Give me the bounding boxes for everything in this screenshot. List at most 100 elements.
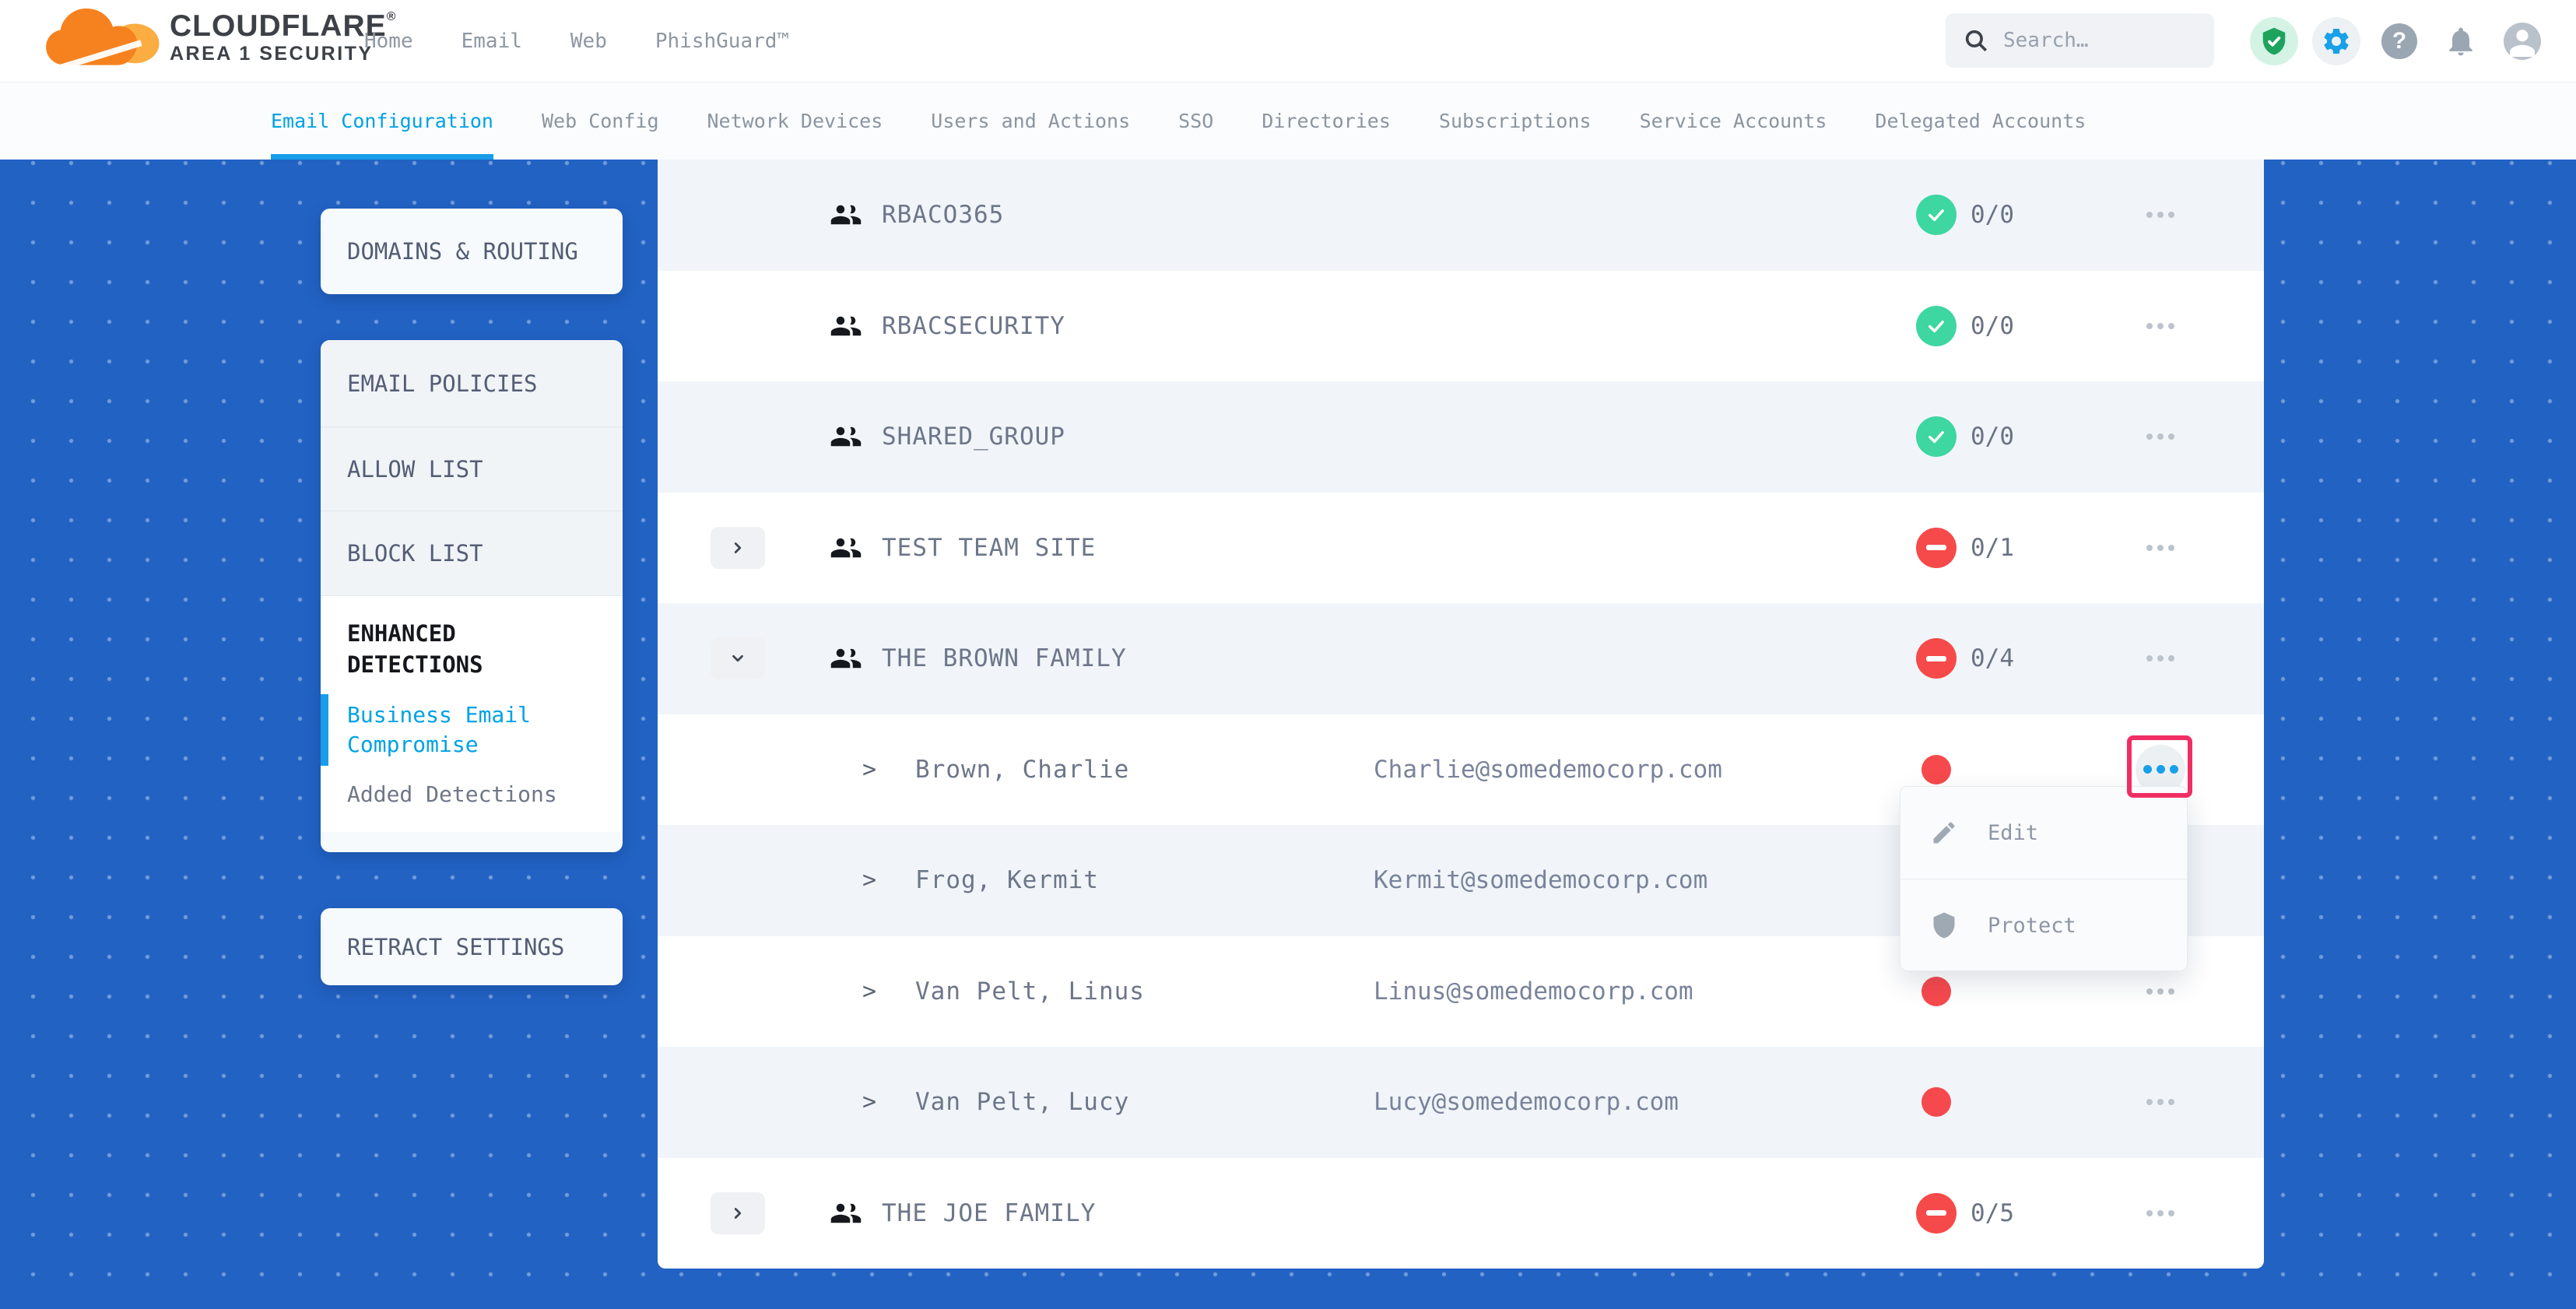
sidebar-label: BLOCK LIST (321, 540, 483, 567)
retract-settings-label: RETRACT SETTINGS (321, 908, 623, 985)
member-name: Brown, Charlie (915, 756, 1129, 784)
tab-service-accounts[interactable]: Service Accounts (1640, 82, 1827, 160)
group-icon (830, 198, 862, 231)
group-name: RBACSECURITY (882, 312, 1065, 340)
status-ok-badge (1916, 306, 1957, 346)
tab-email-configuration[interactable]: Email Configuration (271, 82, 493, 160)
chevron-right-icon (729, 1205, 746, 1222)
menu-item-label: Edit (1988, 821, 2038, 845)
status-alert-dot (1921, 977, 1951, 1006)
group-icon (830, 1197, 862, 1230)
member-chevron-icon: > (862, 977, 876, 1005)
protected-count: 0/5 (1971, 1199, 2014, 1227)
sidebar-item-block-list[interactable]: BLOCK LIST (321, 511, 623, 596)
sidebar-item-business-email-compromise[interactable]: Business Email Compromise (321, 700, 623, 760)
shield-check-icon (2259, 26, 2289, 56)
menu-item-label: Protect (1988, 914, 2076, 938)
tab-subscriptions[interactable]: Subscriptions (1439, 82, 1592, 160)
minus-icon (1926, 545, 1946, 550)
tab-network-devices[interactable]: Network Devices (707, 82, 883, 160)
expand-group-button[interactable] (711, 527, 765, 569)
member-name: Van Pelt, Linus (915, 977, 1145, 1005)
check-icon (1925, 204, 1947, 226)
enhanced-detections-title: ENHANCED DETECTIONS (321, 618, 623, 680)
notifications-button[interactable] (2444, 0, 2478, 82)
top-nav-item-web[interactable]: Web (570, 30, 607, 53)
top-nav-item-email[interactable]: Email (462, 30, 522, 53)
tab-sso[interactable]: SSO (1178, 82, 1213, 160)
brand-name: CLOUDFLARE (170, 9, 387, 43)
row-actions-button[interactable] (2132, 271, 2188, 382)
minus-icon (1926, 656, 1946, 662)
security-status-button[interactable] (2250, 0, 2298, 82)
account-button[interactable] (2504, 0, 2541, 82)
sidebar-item-label: Business Email Compromise (347, 702, 531, 757)
status-ok-badge (1916, 195, 1957, 235)
member-chevron-icon: > (862, 756, 876, 783)
tab-delegated-accounts[interactable]: Delegated Accounts (1875, 82, 2086, 160)
enhanced-detections-section: ENHANCED DETECTIONS Business Email Compr… (321, 596, 623, 832)
gear-icon (2321, 26, 2352, 57)
protected-count: 0/0 (1971, 201, 2014, 229)
menu-item-protect[interactable]: Protect (1900, 879, 2187, 971)
minus-icon (1926, 1210, 1946, 1216)
status-alert-dot (1921, 755, 1951, 784)
group-icon (830, 642, 862, 675)
menu-item-edit[interactable]: Edit (1900, 787, 2187, 879)
top-nav-item-phishguard-[interactable]: PhishGuard™ (655, 30, 789, 53)
collapse-group-button[interactable] (711, 637, 765, 679)
top-nav-item-home[interactable]: Home (364, 30, 413, 53)
row-actions-button[interactable] (2132, 381, 2188, 493)
row-actions-button[interactable] (2132, 1047, 2188, 1158)
expand-group-button[interactable] (711, 1192, 765, 1234)
help-button[interactable]: ? (2381, 0, 2417, 82)
search-input[interactable] (2002, 28, 2192, 53)
bell-icon (2444, 24, 2478, 58)
group-name: THE BROWN FAMILY (882, 644, 1127, 672)
sidebar-item-allow-list[interactable]: ALLOW LIST (321, 427, 623, 511)
sidebar-item-email-policies[interactable]: EMAIL POLICIES (321, 340, 623, 427)
tab-web-config[interactable]: Web Config (542, 82, 659, 160)
row-actions-button[interactable] (2132, 603, 2188, 714)
search-box[interactable] (1946, 13, 2214, 68)
sidebar-label: EMAIL POLICIES (321, 370, 537, 397)
brand-text: CLOUDFLARE® AREA 1 SECURITY (170, 11, 396, 65)
top-nav: Home Email Web PhishGuard™ (364, 0, 789, 82)
tab-directories[interactable]: Directories (1262, 82, 1391, 160)
cloudflare-logo[interactable]: CLOUDFLARE® AREA 1 SECURITY (45, 5, 396, 72)
group-icon (830, 310, 862, 342)
top-header: CLOUDFLARE® AREA 1 SECURITY Home Email Web… (0, 0, 2576, 82)
sidebar-item-retract-settings[interactable]: RETRACT SETTINGS (321, 908, 623, 985)
sidebar-item-domains-routing[interactable]: DOMAINS & ROUTING (321, 209, 623, 294)
tab-users-and-actions[interactable]: Users and Actions (931, 82, 1130, 160)
sidebar-item-label: Added Detections (347, 781, 557, 807)
check-icon (1925, 426, 1947, 447)
settings-button[interactable] (2312, 0, 2360, 82)
chevron-down-icon (729, 650, 746, 667)
sidebar-policies-card: EMAIL POLICIES ALLOW LIST BLOCK LIST ENHAN… (321, 340, 623, 852)
member-email: Lucy@somedemocorp.com (1374, 1088, 1679, 1116)
status-blocked-badge (1916, 1193, 1957, 1234)
row-actions-button[interactable] (2132, 493, 2188, 604)
group-name: THE JOE FAMILY (882, 1199, 1096, 1227)
sidebar-item-added-detections[interactable]: Added Detections (321, 780, 623, 809)
row-actions-button[interactable] (2132, 1158, 2188, 1269)
table-row-rbacsecurity: RBACSECURITY0/0 (658, 271, 2264, 382)
policy-list: EMAIL POLICIES ALLOW LIST BLOCK LIST (321, 340, 623, 596)
protected-count: 0/0 (1971, 423, 2014, 451)
sidebar-label: ALLOW LIST (321, 456, 483, 483)
page-background: DOMAINS & ROUTING EMAIL POLICIES ALLOW LI… (0, 160, 2576, 1309)
table-row-the-brown-family: THE BROWN FAMILY0/4 (658, 603, 2264, 714)
row-actions-button[interactable] (2132, 160, 2188, 271)
protected-count: 0/1 (1971, 534, 2014, 562)
search-icon (1963, 27, 1989, 54)
member-chevron-icon: > (862, 1089, 876, 1116)
status-ok-badge (1916, 416, 1957, 457)
group-icon (830, 532, 862, 564)
pencil-icon (1930, 819, 1958, 847)
group-name: RBACO365 (882, 201, 1004, 229)
table-row-rbaco365: RBACO365 0/0 (658, 160, 2264, 271)
status-blocked-badge (1916, 638, 1957, 679)
member-name: Frog, Kermit (915, 866, 1099, 894)
status-alert-dot (1921, 1087, 1951, 1117)
